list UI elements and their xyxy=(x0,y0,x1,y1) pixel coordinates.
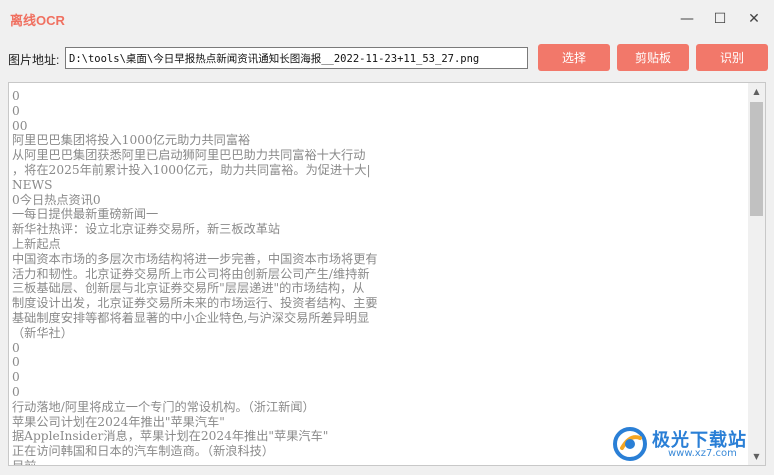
title-bar: 离线OCR — ☐ ✕ xyxy=(0,0,774,38)
clipboard-button[interactable]: 剪贴板 xyxy=(617,44,689,71)
watermark-url: www.xz7.com xyxy=(668,448,737,459)
close-icon: ✕ xyxy=(748,11,760,27)
scroll-up-icon[interactable]: ▲ xyxy=(748,83,765,100)
maximize-icon: ☐ xyxy=(713,11,727,27)
app-title: 离线OCR xyxy=(10,13,65,28)
image-path-input[interactable]: D:\tools\桌面\今日早报热点新闻资讯通知长图海报__2022-11-23… xyxy=(65,47,528,69)
ocr-result-text: 0 0 00 阿里巴巴集团将投入1000亿元助力共同富裕 从阿里巴巴集团获悉阿里… xyxy=(12,89,378,466)
scroll-thumb[interactable] xyxy=(750,102,763,216)
minimize-button[interactable]: — xyxy=(670,0,704,38)
select-button[interactable]: 选择 xyxy=(538,44,610,71)
watermark: 极光下载站 www.xz7.com xyxy=(612,424,772,464)
recognize-button[interactable]: 识别 xyxy=(696,44,768,71)
vertical-scrollbar[interactable]: ▲ ▼ xyxy=(748,83,765,465)
image-path-label: 图片地址: xyxy=(8,53,60,67)
ocr-result-textarea[interactable]: 0 0 00 阿里巴巴集团将投入1000亿元助力共同富裕 从阿里巴巴集团获悉阿里… xyxy=(8,82,766,466)
watermark-logo-icon xyxy=(613,427,647,461)
minimize-icon: — xyxy=(680,11,694,27)
close-button[interactable]: ✕ xyxy=(737,0,771,38)
maximize-button[interactable]: ☐ xyxy=(703,0,737,38)
